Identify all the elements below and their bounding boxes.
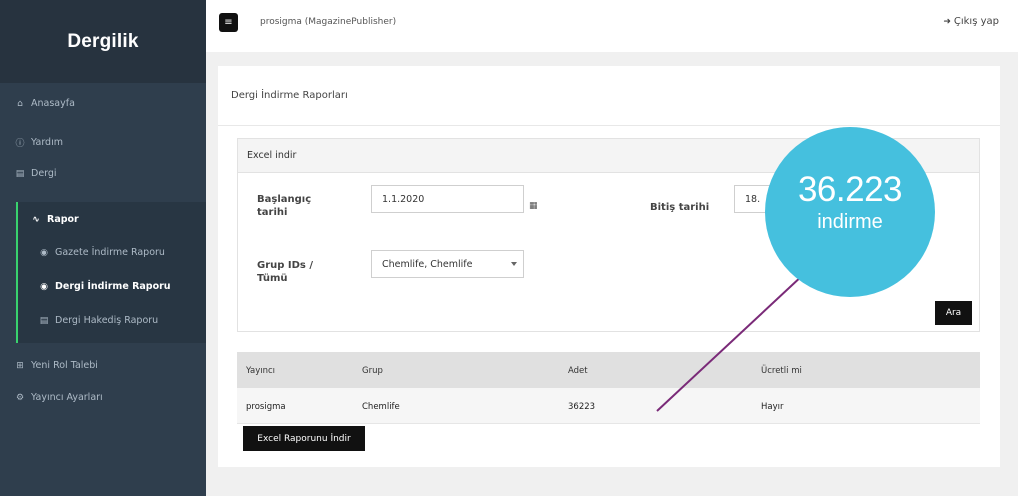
logout-link[interactable]: ➜ Çıkış yap (943, 16, 999, 27)
start-date-input[interactable]: 1.1.2020 (371, 185, 524, 213)
table-header: Yayıncı Grup Adet Ücretli mi (237, 352, 980, 388)
table-row: prosigma Chemlife 36223 Hayır (237, 388, 980, 424)
plus-square-icon: ⊞ (16, 360, 24, 371)
sidebar-item-anasayfa[interactable]: ⌂ Anasayfa (14, 98, 220, 109)
menu-toggle-button[interactable]: ≡ (219, 13, 238, 32)
sidebar-item-gazete-indirme-raporu[interactable]: ◉ Gazete İndirme Raporu (38, 247, 244, 258)
sidebar-item-dergi-indirme-raporu[interactable]: ◉ Dergi İndirme Raporu (38, 281, 244, 292)
sidebar-item-yardim[interactable]: ⓘ Yardım (14, 136, 220, 149)
chevron-down-icon (511, 262, 517, 266)
sidebar-item-yeni-rol-talebi[interactable]: ⊞ Yeni Rol Talebi (14, 360, 220, 371)
logout-label: Çıkış yap (953, 16, 999, 27)
page-title: Dergi İndirme Raporları (231, 90, 348, 101)
divider (218, 125, 1000, 126)
group-select-value: Chemlife, Chemlife (382, 258, 473, 270)
group-select[interactable]: Chemlife, Chemlife (371, 250, 524, 278)
sidebar-item-label: Rapor (47, 214, 79, 225)
radio-icon: ◉ (40, 281, 48, 292)
column-header[interactable]: Yayıncı (246, 366, 275, 376)
table-cell: 36223 (568, 402, 596, 412)
group-label-line1: Grup IDs / (257, 260, 314, 271)
start-date-label: Başlangıç tarihi (257, 193, 311, 219)
callout-text: indirme (817, 211, 883, 233)
radio-icon: ◉ (40, 247, 48, 258)
sidebar-item-label: Yardım (31, 137, 63, 148)
column-header[interactable]: Adet (568, 366, 588, 376)
callout-number: 36.223 (797, 170, 903, 209)
group-label: Grup IDs / Tümü (257, 259, 313, 285)
book-icon: ▤ (15, 168, 25, 179)
sidebar-item-label: Dergi İndirme Raporu (55, 281, 171, 292)
brand-logo: Dergilik (67, 30, 139, 52)
end-date-value: 18. (745, 193, 761, 205)
group-label-line2: Tümü (257, 273, 288, 284)
start-date-label-line1: Başlangıç (257, 194, 312, 205)
home-icon: ⌂ (17, 98, 23, 109)
sidebar-item-yayinci-ayarlari[interactable]: ⚙ Yayıncı Ayarları (14, 392, 220, 403)
money-icon: ▤ (39, 315, 49, 326)
sidebar-item-dergi[interactable]: ▤ Dergi (14, 168, 220, 179)
sidebar-item-dergi-hakedis-raporu[interactable]: ▤ Dergi Hakediş Raporu (38, 315, 244, 326)
column-header[interactable]: Ücretli mi (761, 366, 802, 376)
help-icon: ⓘ (15, 139, 25, 149)
callout-bubble: 36.223 indirme (765, 127, 935, 297)
sidebar-item-label: Gazete İndirme Raporu (55, 247, 165, 258)
end-date-label: Bitiş tarihi (650, 202, 710, 213)
hamburger-icon: ≡ (224, 17, 233, 28)
excel-download-button[interactable]: Excel Raporunu İndir (243, 426, 365, 451)
calendar-icon[interactable]: ▦ (529, 201, 538, 211)
sidebar-item-label: Yayıncı Ayarları (31, 392, 103, 403)
brand[interactable]: Dergilik (0, 0, 206, 83)
chart-icon: ∿ (32, 214, 40, 225)
sidebar: Dergilik ⌂ Anasayfa ⓘ Yardım ▤ Dergi ∿ R… (0, 0, 206, 496)
column-header[interactable]: Grup (362, 366, 383, 376)
table-cell: Hayır (761, 402, 784, 412)
top-bar: ≡ prosigma (MagazinePublisher) ➜ Çıkış y… (206, 0, 1018, 52)
sidebar-item-rapor[interactable]: ∿ Rapor (30, 214, 236, 225)
start-date-value: 1.1.2020 (382, 193, 425, 205)
filter-header-label: Excel indir (247, 150, 297, 161)
sidebar-item-label: Dergi (31, 168, 57, 179)
sidebar-item-label: Dergi Hakediş Raporu (55, 315, 159, 326)
table-cell: Chemlife (362, 402, 400, 412)
start-date-label-line2: tarihi (257, 207, 288, 218)
sidebar-item-label: Yeni Rol Talebi (31, 360, 98, 371)
table-cell: prosigma (246, 402, 286, 412)
sidebar-item-label: Anasayfa (31, 98, 75, 109)
sign-out-icon: ➜ (943, 16, 951, 27)
current-user: prosigma (MagazinePublisher) (260, 17, 397, 27)
gear-icon: ⚙ (15, 392, 25, 403)
search-button[interactable]: Ara (935, 301, 972, 325)
